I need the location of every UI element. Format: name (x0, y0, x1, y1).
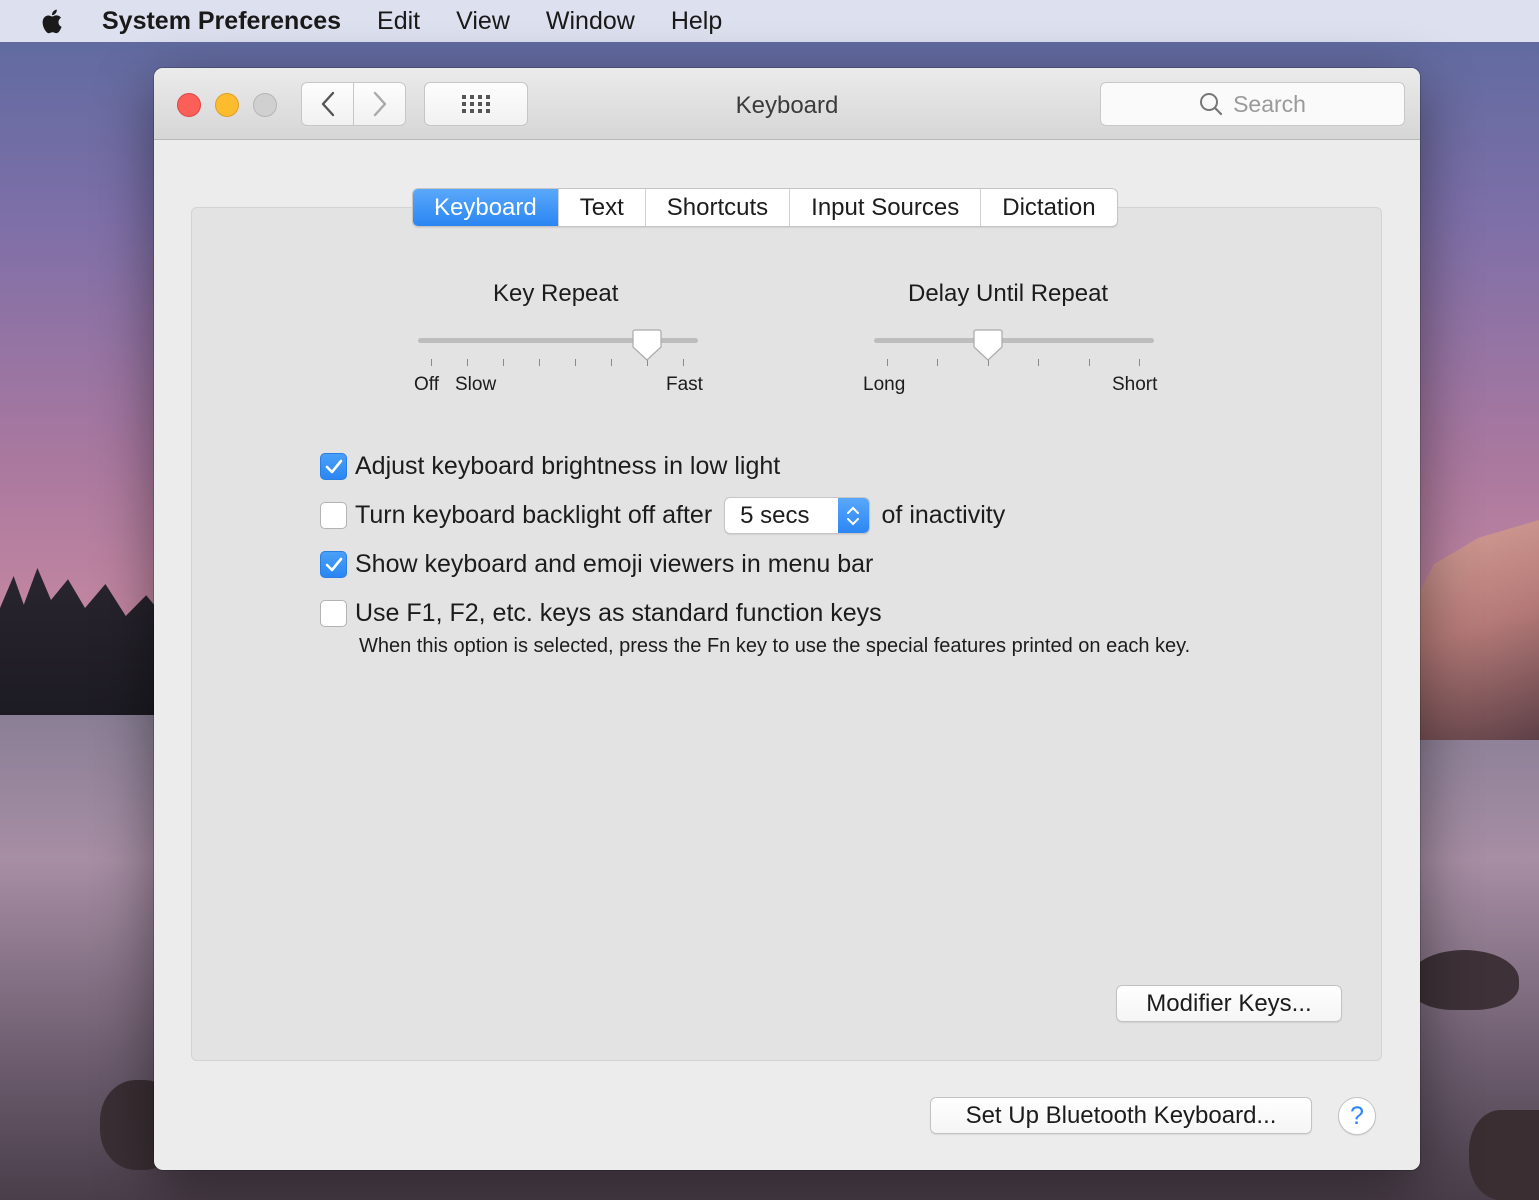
menu-bar: System Preferences Edit View Window Help (0, 0, 1539, 42)
option-adjust-brightness[interactable]: Adjust keyboard brightness in low light (320, 452, 780, 481)
apple-logo-icon[interactable] (38, 6, 68, 36)
slider-tick (467, 359, 468, 366)
slider-tick (1038, 359, 1040, 366)
slider-tick (611, 359, 612, 366)
slider-tick (1088, 359, 1090, 366)
tab-shortcuts[interactable]: Shortcuts (646, 189, 791, 226)
wallpaper-rock (1409, 950, 1519, 1010)
popup-arrows-icon (837, 498, 869, 533)
viewers-label: Show keyboard and emoji viewers in menu … (355, 550, 874, 578)
key-repeat-label-off: Off (414, 374, 439, 395)
tab-text[interactable]: Text (559, 189, 646, 226)
delay-label-long: Long (863, 374, 906, 395)
slider-tick (937, 359, 939, 366)
search-placeholder: Search (1233, 90, 1306, 117)
tab-input-sources[interactable]: Input Sources (790, 189, 982, 226)
option-backlight-off[interactable]: Turn keyboard backlight off after 5 secs… (320, 497, 1005, 534)
wallpaper-rock (1469, 1110, 1539, 1200)
menu-view[interactable]: View (456, 7, 510, 36)
wallpaper-trees (0, 568, 170, 720)
delay-label-short: Short (1112, 374, 1158, 395)
modifier-keys-button[interactable]: Modifier Keys... (1116, 985, 1342, 1022)
slider-tick (431, 359, 432, 366)
fn-keys-checkbox[interactable] (320, 600, 347, 627)
slider-tick (1139, 359, 1140, 366)
tab-dictation[interactable]: Dictation (981, 189, 1116, 226)
setup-bluetooth-keyboard-button[interactable]: Set Up Bluetooth Keyboard... (930, 1097, 1312, 1134)
checkmark-icon (325, 557, 342, 571)
fn-keys-label: Use F1, F2, etc. keys as standard functi… (355, 599, 882, 627)
tab-keyboard[interactable]: Keyboard (413, 189, 559, 226)
delay-until-repeat-slider-thumb[interactable] (973, 328, 1003, 362)
menu-app-name[interactable]: System Preferences (102, 7, 341, 36)
key-repeat-title: Key Repeat (493, 280, 619, 307)
keyboard-preferences-window: Keyboard Search Keyboard Text Shortcuts … (154, 68, 1420, 1170)
brightness-checkbox[interactable] (320, 453, 347, 480)
slider-tick (575, 359, 576, 366)
delay-until-repeat-title: Delay Until Repeat (908, 280, 1109, 307)
menu-edit[interactable]: Edit (377, 7, 420, 36)
key-repeat-label-fast: Fast (666, 374, 703, 395)
slider-tick (683, 359, 684, 366)
menu-help[interactable]: Help (671, 7, 722, 36)
option-fn-keys[interactable]: Use F1, F2, etc. keys as standard functi… (320, 599, 882, 628)
backlight-suffix: of inactivity (881, 501, 1006, 529)
slider-tick (539, 359, 540, 366)
brightness-label: Adjust keyboard brightness in low light (355, 452, 781, 480)
backlight-duration-value: 5 secs (740, 501, 810, 529)
slider-tick (887, 359, 888, 366)
option-show-viewers[interactable]: Show keyboard and emoji viewers in menu … (320, 550, 873, 579)
viewers-checkbox[interactable] (320, 551, 347, 578)
help-button[interactable]: ? (1338, 1097, 1376, 1135)
search-field[interactable]: Search (1100, 82, 1405, 126)
key-repeat-slider-thumb[interactable] (632, 328, 662, 362)
delay-until-repeat-track[interactable] (874, 338, 1154, 343)
backlight-duration-popup[interactable]: 5 secs (724, 497, 870, 534)
checkmark-icon (325, 459, 342, 473)
tab-panel (191, 207, 1382, 1061)
fn-keys-hint: When this option is selected, press the … (359, 635, 1191, 657)
backlight-checkbox[interactable] (320, 502, 347, 529)
tab-bar: Keyboard Text Shortcuts Input Sources Di… (412, 188, 1118, 227)
title-bar[interactable]: Keyboard Search (154, 68, 1420, 140)
slider-tick (503, 359, 504, 366)
search-icon (1200, 93, 1223, 116)
backlight-label: Turn keyboard backlight off after (355, 501, 713, 529)
menu-window[interactable]: Window (546, 7, 635, 36)
key-repeat-label-slow: Slow (455, 374, 497, 395)
